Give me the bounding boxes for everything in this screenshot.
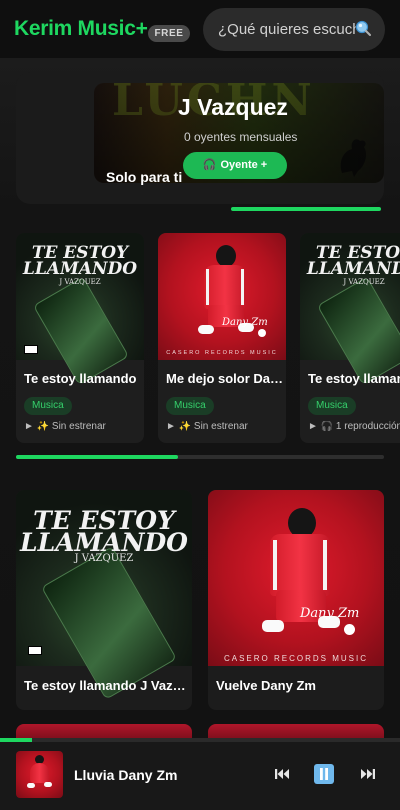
song-status: ✨ Sin estrenar [178, 421, 248, 432]
search-bar[interactable]: ¿Qué quieres escuch [203, 8, 385, 51]
cover-label: CASERO RECORDS MUSIC [223, 654, 368, 663]
song-status: ✨ Sin estrenar [36, 421, 106, 432]
grid-song-card[interactable]: TE ESTOY LLAMANDO J VAZQUEZ Te estoy lla… [16, 490, 192, 710]
featured-row[interactable]: TE ESTOY LLAMANDO J VAZQUEZ Te estoy lla… [0, 233, 400, 445]
song-meta: ► 🎧 1 reproducción [308, 421, 400, 432]
song-title: Te estoy llamando [24, 371, 137, 386]
artist-name: J Vazquez [178, 94, 288, 120]
song-card[interactable]: TE ESTOY LLAMANDO J VAZQUEZ Te estoy lla… [16, 233, 144, 443]
app-logo-title[interactable]: Kerim Music+ [14, 17, 148, 41]
monthly-listeners: 0 oyentes mensuales [184, 130, 298, 144]
song-title: Te estoy llamando [308, 371, 400, 386]
album-cover: TE ESTOY LLAMANDO J VAZQUEZ [300, 233, 400, 386]
song-title: Vuelve Dany Zm [216, 678, 316, 693]
search-icon[interactable] [355, 20, 371, 36]
search-input[interactable]: ¿Qué quieres escuch [218, 21, 356, 38]
main-content: LUCHN J Vazquez 0 oyentes mensuales Solo… [0, 58, 400, 744]
pause-icon[interactable] [312, 762, 336, 786]
play-icon: ► [308, 421, 318, 432]
cover-signature: Dany Zm [222, 317, 268, 328]
song-card[interactable]: TE ESTOY LLAMANDO J VAZQUEZ Te estoy lla… [300, 233, 400, 443]
artist-hero-card[interactable]: LUCHN J Vazquez 0 oyentes mensuales Solo… [16, 72, 384, 204]
song-title: Me dejo solor Dany Zm [166, 371, 284, 386]
album-cover: TE ESTOY LLAMANDO J VAZQUEZ [16, 490, 192, 700]
listen-button[interactable]: 🎧 Oyente + [183, 152, 287, 179]
play-icon: ► [24, 421, 34, 432]
genre-tag[interactable]: Musica [24, 397, 72, 415]
cover-signature: Dany Zm [300, 606, 360, 621]
plan-badge: FREE [148, 25, 190, 42]
song-card[interactable]: Dany Zm CASERO RECORDS MUSIC Me dejo sol… [158, 233, 286, 443]
headphones-icon: 🎧 [202, 159, 217, 171]
cover-artist: J VAZQUEZ [59, 278, 101, 286]
cover-artist: J VAZQUEZ [74, 553, 134, 564]
now-playing-cover [16, 751, 63, 798]
genre-tag[interactable]: Musica [166, 397, 214, 415]
album-cover: Dany Zm CASERO RECORDS MUSIC [158, 233, 286, 360]
genre-tag[interactable]: Musica [308, 397, 356, 415]
cover-artist: J VAZQUEZ [343, 278, 385, 286]
now-playing-title[interactable]: Lluvia Dany Zm [74, 767, 177, 783]
skip-next-icon[interactable] [356, 762, 380, 786]
cover-title-line2: LLAMANDO [306, 259, 400, 279]
row-scroll-thumb[interactable] [16, 455, 178, 459]
song-meta: ► ✨ Sin estrenar [24, 421, 144, 432]
song-status: 🎧 1 reproducción [320, 421, 400, 432]
album-cover: Dany Zm CASERO RECORDS MUSIC [208, 490, 384, 666]
listen-button-label: Oyente + [220, 159, 268, 171]
song-meta: ► ✨ Sin estrenar [166, 421, 286, 432]
hero-carousel-indicator [231, 207, 381, 211]
cover-title-line2: LLAMANDO [20, 528, 188, 557]
exclusive-label: Solo para ti [106, 169, 183, 185]
play-icon: ► [166, 421, 176, 432]
grid-song-card[interactable]: Dany Zm CASERO RECORDS MUSIC Vuelve Dany… [208, 490, 384, 710]
cover-title-line2: LLAMANDO [22, 259, 138, 279]
skip-previous-icon[interactable] [270, 762, 294, 786]
app-header: Kerim Music+ FREE ¿Qué quieres escuch [0, 0, 400, 58]
song-title: Te estoy llamando J Vazquez [24, 678, 188, 693]
album-cover: TE ESTOY LLAMANDO J VAZQUEZ [16, 233, 144, 386]
mini-player[interactable]: Lluvia Dany Zm [0, 742, 400, 810]
cover-label: CASERO RECORDS MUSIC [166, 350, 278, 356]
